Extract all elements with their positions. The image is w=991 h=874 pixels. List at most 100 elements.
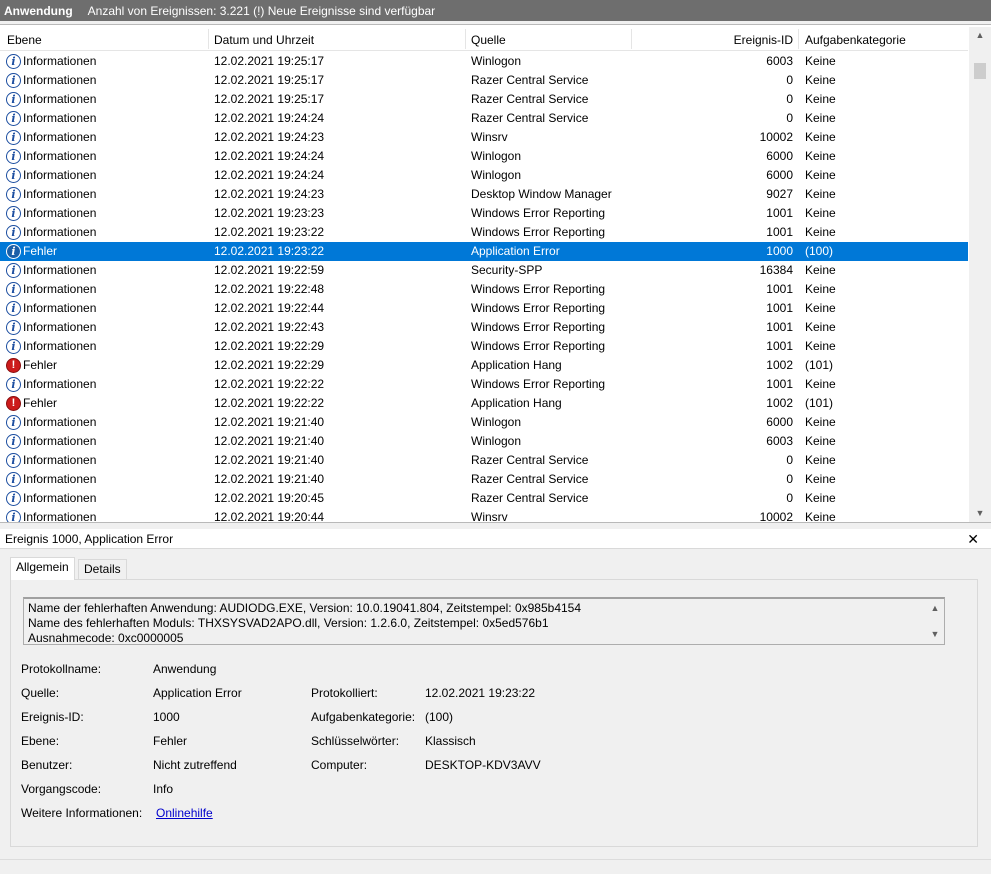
information-icon: i [6, 244, 21, 259]
event-id-cell: 0 [786, 73, 793, 87]
table-row[interactable]: i Informationen 12.02.2021 19:20:44 Winsrv 1… [0, 508, 968, 522]
event-id-cell: 0 [786, 491, 793, 505]
tab-general[interactable]: Allgemein [10, 557, 75, 580]
column-header-event-id[interactable]: Ereignis-ID [700, 33, 793, 47]
source-cell: Winlogon [471, 54, 522, 68]
column-header-level[interactable]: Ebene [7, 33, 42, 47]
column-divider[interactable] [631, 29, 632, 49]
user-label: Benutzer: [21, 758, 73, 772]
log-name-value: Anwendung [153, 662, 217, 676]
event-id-cell: 16384 [759, 263, 793, 277]
table-row[interactable]: i Informationen 12.02.2021 19:22:22 Windows… [0, 375, 968, 394]
category-cell: Keine [805, 415, 836, 429]
source-cell: Winlogon [471, 168, 522, 182]
chevron-up-icon[interactable]: ▲ [926, 601, 944, 616]
level-cell: Informationen [23, 282, 97, 296]
source-cell: Winsrv [471, 510, 508, 522]
event-message-box[interactable]: Name der fehlerhaften Anwendung: AUDIODG… [23, 597, 945, 645]
logged-label: Protokolliert: [311, 686, 378, 700]
event-id-cell: 1001 [766, 206, 793, 220]
information-icon: i [6, 282, 21, 297]
information-icon: i [6, 510, 21, 522]
date-cell: 12.02.2021 19:24:23 [214, 187, 325, 201]
table-row[interactable]: i Informationen 12.02.2021 19:24:23 Winsrv 1… [0, 128, 968, 147]
source-cell: Security-SPP [471, 263, 543, 277]
event-id-cell: 9027 [766, 187, 793, 201]
event-id-cell: 0 [786, 472, 793, 486]
table-row[interactable]: i Informationen 12.02.2021 19:24:24 Winlogo… [0, 147, 968, 166]
event-id-cell: 1001 [766, 301, 793, 315]
level-cell: Informationen [23, 510, 97, 522]
event-id-cell: 0 [786, 453, 793, 467]
table-row[interactable]: ! Fehler 12.02.2021 19:22:22 Application Ha… [0, 394, 968, 413]
table-row[interactable]: i Informationen 12.02.2021 19:24:23 Desktop… [0, 185, 968, 204]
information-icon: i [6, 320, 21, 335]
event-id-cell: 0 [786, 92, 793, 106]
table-row[interactable]: i Informationen 12.02.2021 19:20:45 Razer C… [0, 489, 968, 508]
level-cell: Fehler [23, 244, 58, 258]
table-row[interactable]: i Informationen 12.02.2021 19:21:40 Winlogo… [0, 413, 968, 432]
table-row[interactable]: i Informationen 12.02.2021 19:21:40 Razer C… [0, 451, 968, 470]
table-row[interactable]: i Informationen 12.02.2021 19:21:40 Winlogo… [0, 432, 968, 451]
information-icon: i [6, 111, 21, 126]
table-row[interactable]: i Informationen 12.02.2021 19:23:22 Windows… [0, 223, 968, 242]
column-divider[interactable] [208, 29, 209, 49]
column-divider[interactable] [465, 29, 466, 49]
table-row[interactable]: i Informationen 12.02.2021 19:22:59 Securit… [0, 261, 968, 280]
table-row[interactable]: i Informationen 12.02.2021 19:25:17 Winlogo… [0, 52, 968, 71]
table-row[interactable]: i Informationen 12.02.2021 19:22:44 Windows… [0, 299, 968, 318]
table-row[interactable]: i Informationen 12.02.2021 19:22:29 Windows… [0, 337, 968, 356]
date-cell: 12.02.2021 19:25:17 [214, 92, 325, 106]
computer-label: Computer: [311, 758, 368, 772]
category-cell: Keine [805, 301, 836, 315]
source-cell: Application Hang [471, 358, 562, 372]
column-header-source[interactable]: Quelle [471, 33, 506, 47]
level-cell: Informationen [23, 92, 97, 106]
chevron-down-icon[interactable]: ▼ [926, 627, 944, 642]
event-list[interactable]: Ebene Datum und Uhrzeit Quelle Ereignis-… [0, 24, 991, 523]
category-cell: Keine [805, 73, 836, 87]
category-cell: Keine [805, 187, 836, 201]
source-label: Quelle: [21, 686, 60, 700]
table-row[interactable]: i Informationen 12.02.2021 19:23:23 Windows… [0, 204, 968, 223]
event-id-cell: 6000 [766, 168, 793, 182]
close-icon[interactable]: ✕ [967, 529, 979, 549]
event-list-scrollbar[interactable]: ▲ ▼ [969, 27, 991, 522]
user-value: Nicht zutreffend [153, 758, 237, 772]
event-detail-header: Ereignis 1000, Application Error ✕ [0, 529, 991, 549]
column-divider[interactable] [798, 29, 799, 49]
column-header-category[interactable]: Aufgabenkategorie [805, 33, 906, 47]
table-row[interactable]: i Informationen 12.02.2021 19:22:43 Windows… [0, 318, 968, 337]
information-icon: i [6, 453, 21, 468]
date-cell: 12.02.2021 19:22:48 [214, 282, 325, 296]
date-cell: 12.02.2021 19:25:17 [214, 73, 325, 87]
message-line: Name der fehlerhaften Anwendung: AUDIODG… [28, 601, 582, 615]
information-icon: i [6, 187, 21, 202]
message-scrollbar[interactable]: ▲ ▼ [926, 599, 944, 643]
keywords-label: Schlüsselwörter: [311, 734, 400, 748]
scroll-down-arrow-icon[interactable]: ▼ [969, 505, 991, 522]
table-row[interactable]: i Fehler 12.02.2021 19:23:22 Application Er… [0, 242, 968, 261]
source-value: Application Error [153, 686, 242, 700]
scroll-up-arrow-icon[interactable]: ▲ [969, 27, 991, 44]
online-help-link[interactable]: Onlinehilfe [156, 806, 213, 820]
date-cell: 12.02.2021 19:22:29 [214, 358, 325, 372]
column-header-date[interactable]: Datum und Uhrzeit [214, 33, 314, 47]
tab-details[interactable]: Details [78, 559, 127, 579]
information-icon: i [6, 301, 21, 316]
table-row[interactable]: i Informationen 12.02.2021 19:25:17 Razer C… [0, 71, 968, 90]
table-row[interactable]: i Informationen 12.02.2021 19:21:40 Razer C… [0, 470, 968, 489]
date-cell: 12.02.2021 19:22:59 [214, 263, 325, 277]
table-row[interactable]: ! Fehler 12.02.2021 19:22:29 Application Ha… [0, 356, 968, 375]
source-cell: Windows Error Reporting [471, 225, 606, 239]
table-row[interactable]: i Informationen 12.02.2021 19:25:17 Razer C… [0, 90, 968, 109]
category-cell: Keine [805, 206, 836, 220]
task-category-label: Aufgabenkategorie: [311, 710, 416, 724]
table-row[interactable]: i Informationen 12.02.2021 19:22:48 Windows… [0, 280, 968, 299]
event-id-cell: 1001 [766, 225, 793, 239]
table-row[interactable]: i Informationen 12.02.2021 19:24:24 Winlogo… [0, 166, 968, 185]
level-cell: Informationen [23, 263, 97, 277]
table-row[interactable]: i Informationen 12.02.2021 19:24:24 Razer C… [0, 109, 968, 128]
scrollbar-thumb[interactable] [974, 63, 986, 79]
log-name-label: Protokollname: [21, 662, 102, 676]
